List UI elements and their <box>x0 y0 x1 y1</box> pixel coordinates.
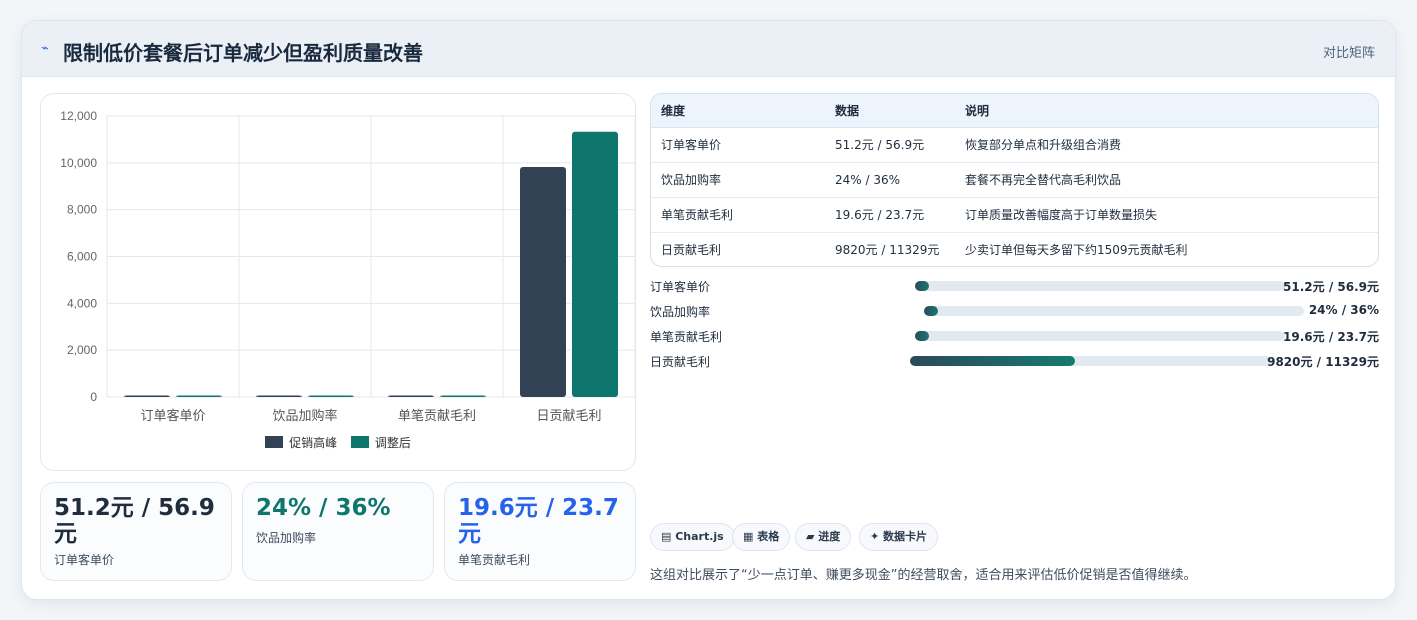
y-tick-label: 4,000 <box>67 296 97 310</box>
table-cell: 24% / 36% <box>825 162 955 198</box>
y-tick-label: 6,000 <box>67 250 97 264</box>
kpi-value: 51.2元 / 56.9元 <box>54 495 215 547</box>
progress-track <box>915 331 1285 341</box>
table: 维度 数据 说明 订单客单价 51.2元 / 56.9元 恢复部分单点和升级组合… <box>651 94 1378 266</box>
progress-label: 日贡献毛利 <box>650 355 711 369</box>
legend-swatch <box>350 436 369 448</box>
table-row: 日贡献毛利 9820元 / 11329元 少卖订单但每天多留下约1509元贡献毛… <box>651 232 1378 266</box>
y-tick-label: 2,000 <box>67 343 97 357</box>
kpi-label: 饮品加购率 <box>256 531 317 545</box>
table-cell: 订单客单价 <box>651 127 825 163</box>
progress-row: 订单客单价 51.2元 / 56.9元 <box>650 276 1379 296</box>
kpi-card-drink-rate: 24% / 36% 饮品加购率 <box>242 482 434 581</box>
table-cell: 日贡献毛利 <box>661 243 722 258</box>
legend-item-series-1[interactable]: 调整后 <box>350 434 411 451</box>
progress-fill <box>915 281 930 291</box>
page-title: 限制低价套餐后订单减少但盈利质量改善 <box>63 41 423 65</box>
view-type-tag: 对比矩阵 <box>1322 46 1375 61</box>
table-cell: 19.6元 / 23.7元 <box>825 197 955 233</box>
progress-value: 9820元 / 11329元 <box>1267 355 1379 369</box>
progress-fill <box>910 356 1075 366</box>
bar-chart: 0 2,000 4,000 6,000 8,000 10,000 12,000 订单客单价 饮品… <box>40 93 636 471</box>
table-cell: 饮品加购率 <box>651 162 825 198</box>
progress-fill <box>915 331 930 341</box>
progress-value: 19.6元 / 23.7元 <box>1283 330 1379 344</box>
chip-progress[interactable]: ▰ 进度 <box>795 523 852 551</box>
progress-label: 订单客单价 <box>650 280 711 294</box>
kpi-label: 订单客单价 <box>54 553 115 567</box>
kpi-label: 单笔贡献毛利 <box>458 553 531 567</box>
bar-3-1 <box>572 131 618 397</box>
table-cell: 少卖订单但每天多留下约1509元贡献毛利 <box>965 243 1188 258</box>
progress-label: 饮品加购率 <box>650 305 711 319</box>
progress-row: 日贡献毛利 9820元 / 11329元 <box>650 351 1379 371</box>
kpi-card-order-price: 51.2元 / 56.9元 订单客单价 <box>40 482 232 581</box>
progress-row: 单笔贡献毛利 19.6元 / 23.7元 <box>650 326 1379 346</box>
bar-0-1 <box>176 395 222 397</box>
table-row: 订单客单价 51.2元 / 56.9元 恢复部分单点和升级组合消费 <box>651 127 1378 163</box>
chip-table[interactable]: ▦ 表格 <box>732 523 791 551</box>
legend-label: 促销高峰 <box>289 436 338 450</box>
column-header: 数据 <box>825 94 955 128</box>
main-card: ⌁ 限制低价套餐后订单减少但盈利质量改善 对比矩阵 0 2,000 4,000 6,0… <box>21 20 1396 600</box>
table-cell: 单笔贡献毛利 <box>651 197 825 233</box>
bar-3-0 <box>520 167 566 397</box>
chip-chartjs[interactable]: ▤ Chart.js <box>650 523 735 551</box>
progress-track <box>915 281 1285 291</box>
legend-item-series-0[interactable]: 促销高峰 <box>265 434 337 451</box>
x-tick-label: 日贡献毛利 <box>536 408 601 423</box>
sparkle-icon: ⌁ <box>41 41 49 56</box>
x-tick-label: 订单客单价 <box>140 408 205 423</box>
y-tick-label: 12,000 <box>60 109 97 123</box>
footnote: 这组对比展示了“少一点订单、赚更多现金”的经营取舍，适合用来评估低价促销是否值得… <box>650 568 1197 583</box>
progress-label: 单笔贡献毛利 <box>650 330 723 344</box>
bar-2-0 <box>388 395 434 397</box>
table-row: 单笔贡献毛利 19.6元 / 23.7元 订单质量改善幅度高于订单数量损失 <box>651 197 1378 233</box>
chart-canvas: 0 2,000 4,000 6,000 8,000 10,000 12,000 订单客单价 饮品… <box>60 109 636 423</box>
bar-0-0 <box>124 395 170 397</box>
comparison-table: 维度 数据 说明 订单客单价 51.2元 / 56.9元 恢复部分单点和升级组合… <box>650 93 1379 267</box>
y-tick-label: 8,000 <box>67 203 97 217</box>
progress-value: 24% / 36% <box>1308 303 1379 317</box>
progress-fill <box>924 306 939 316</box>
x-tick-label: 饮品加购率 <box>272 408 337 423</box>
chip-data-card[interactable]: ✦ 数据卡片 <box>859 523 939 551</box>
column-header: 说明 <box>955 94 1378 128</box>
table-cell: 51.2元 / 56.9元 <box>825 127 955 163</box>
table-cell: 9820元 / 11329元 <box>835 243 940 258</box>
x-tick-label: 单笔贡献毛利 <box>398 408 476 423</box>
kpi-card-unit-margin: 19.6元 / 23.7元 单笔贡献毛利 <box>444 482 636 581</box>
table-header-row: 维度 数据 说明 <box>651 94 1378 128</box>
kpi-value: 19.6元 / 23.7元 <box>458 495 619 547</box>
table-row: 饮品加购率 24% / 36% 套餐不再完全替代高毛利饮品 <box>651 162 1378 198</box>
y-tick-label: 0 <box>90 390 97 404</box>
progress-track <box>910 356 1272 366</box>
progress-value: 51.2元 / 56.9元 <box>1283 280 1379 294</box>
progress-track <box>924 306 1304 316</box>
card-header: ⌁ 限制低价套餐后订单减少但盈利质量改善 对比矩阵 <box>22 21 1395 77</box>
legend-swatch <box>265 436 284 448</box>
kpi-value: 24% / 36% <box>256 495 391 521</box>
y-tick-label: 10,000 <box>60 156 97 170</box>
column-header: 维度 <box>651 94 825 128</box>
chart-legend: 促销高峰 调整后 <box>41 434 635 451</box>
bar-2-1 <box>440 395 486 397</box>
table-cell: 套餐不再完全替代高毛利饮品 <box>955 162 1378 198</box>
bar-1-0 <box>256 395 302 397</box>
legend-label: 调整后 <box>374 436 411 450</box>
table-cell: 恢复部分单点和升级组合消费 <box>955 127 1378 163</box>
table-cell: 订单质量改善幅度高于订单数量损失 <box>955 197 1378 233</box>
progress-row: 饮品加购率 24% / 36% <box>650 301 1379 321</box>
bar-1-1 <box>308 395 354 397</box>
